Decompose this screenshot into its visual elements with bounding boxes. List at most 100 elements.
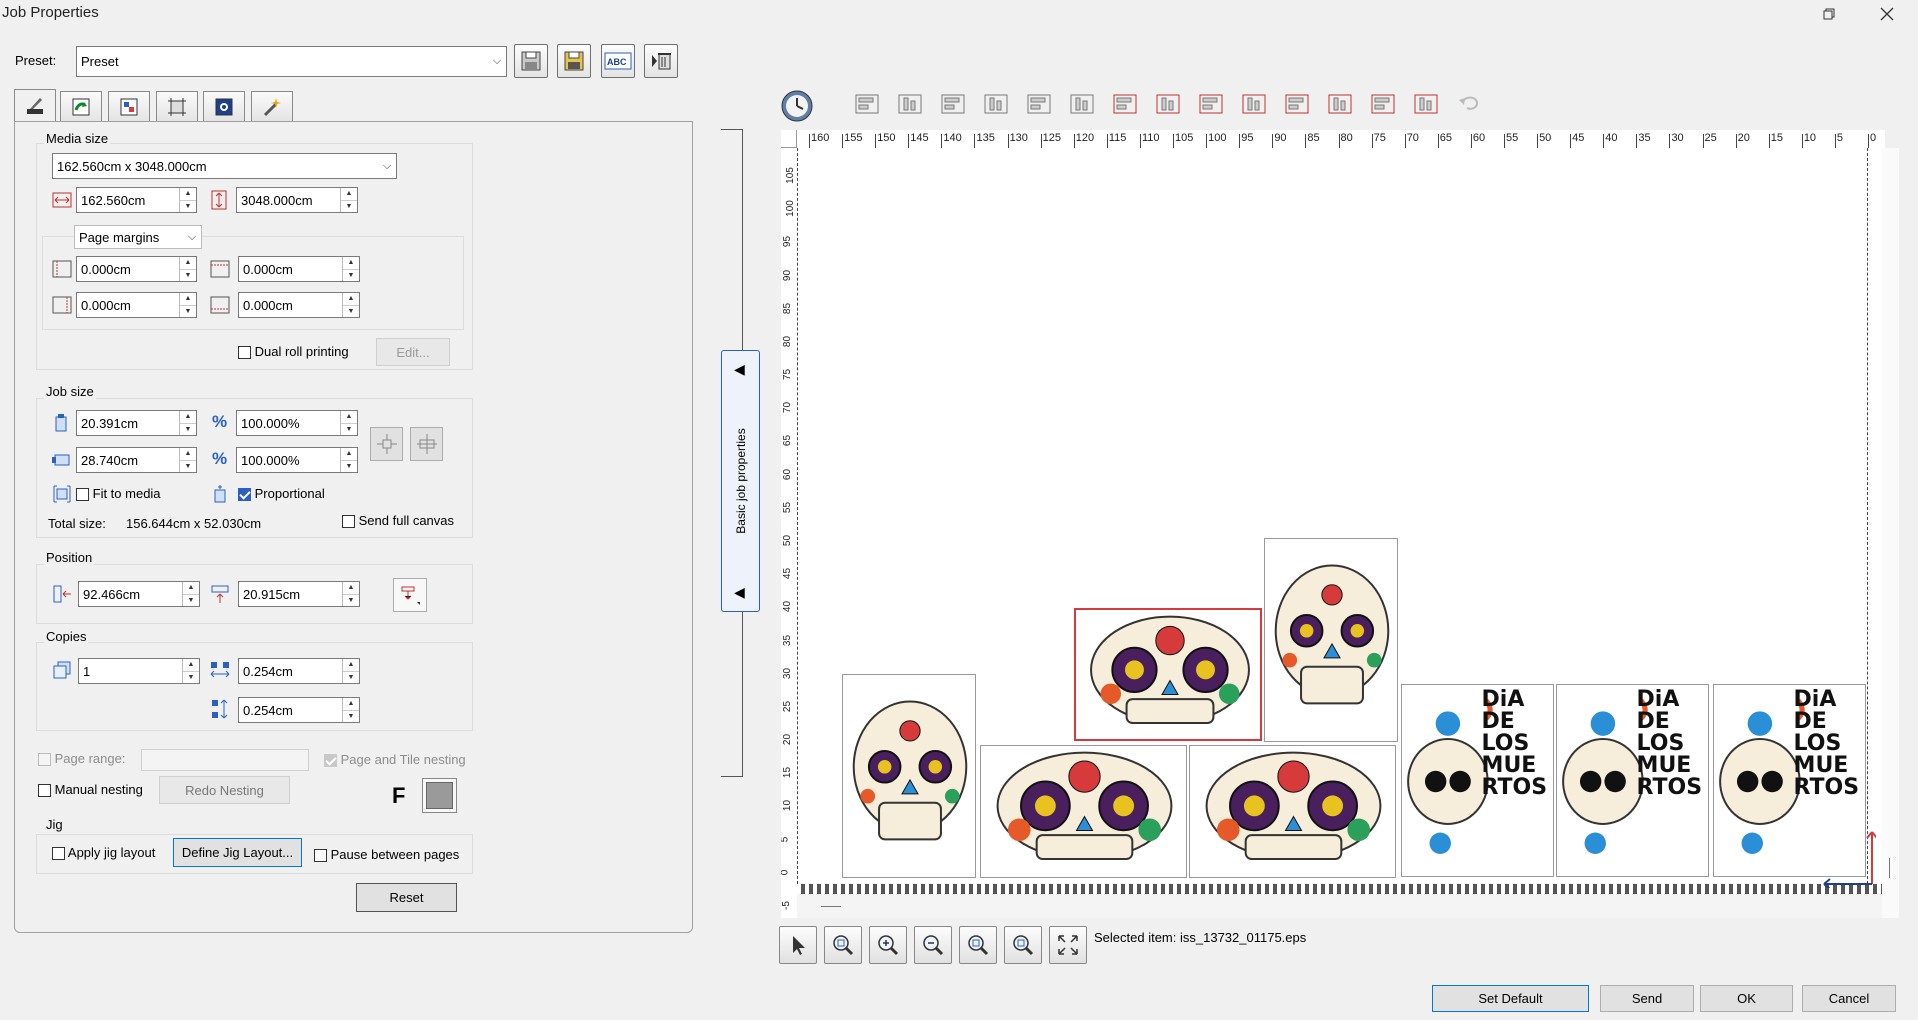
edit-dual-roll-button[interactable]: Edit... — [376, 338, 450, 366]
scrollbar-thumb[interactable] — [821, 906, 841, 907]
center-vertical-icon[interactable] — [1064, 86, 1100, 122]
zoom-page-icon[interactable] — [1004, 926, 1042, 964]
copies-count-stepper[interactable]: ▲ ▼ — [182, 659, 199, 683]
apply-jig-check[interactable] — [52, 847, 65, 861]
dual-roll-check[interactable] — [238, 346, 251, 360]
align-top-page-icon[interactable] — [1193, 86, 1229, 122]
align-bottom-icon[interactable] — [978, 86, 1014, 122]
canvas-item-dia-1[interactable]: DiA DE LOS MUERTOS — [1401, 684, 1554, 877]
ok-button[interactable]: OK — [1700, 985, 1793, 1012]
proportional-check[interactable] — [238, 488, 251, 502]
save-as-preset-button[interactable] — [557, 44, 591, 78]
position-x-stepper[interactable]: ▲ ▼ — [182, 582, 199, 606]
zoom-area-icon[interactable] — [824, 926, 862, 964]
color-swatch-button[interactable] — [422, 778, 457, 813]
canvas-item-dia-2[interactable]: DiA DE LOS MUERTOS — [1556, 684, 1709, 877]
page-range-input[interactable] — [141, 749, 309, 771]
margin-left-input[interactable]: 0.000cm ▲ ▼ — [76, 256, 197, 282]
dual-roll-checkbox[interactable]: Dual roll printing — [238, 344, 349, 360]
zoom-in-icon[interactable] — [869, 926, 907, 964]
collapse-arrow-icon[interactable]: ◀ — [734, 584, 745, 601]
job-width-pct-input[interactable]: 100.000% ▲ ▼ — [236, 410, 358, 436]
basic-job-properties-toggle[interactable]: ◀ Basic job properties ◀ — [721, 350, 760, 612]
tab-color[interactable] — [108, 91, 150, 121]
vertical-spacing-stepper[interactable]: ▲ ▼ — [342, 698, 359, 722]
align-left-page-icon[interactable] — [1107, 86, 1143, 122]
align-right-page-icon[interactable] — [1150, 86, 1186, 122]
define-jig-button[interactable]: Define Jig Layout... — [173, 838, 302, 867]
job-width-input[interactable]: 20.391cm ▲ ▼ — [76, 410, 197, 436]
vscroll-thumb[interactable] — [1889, 858, 1890, 878]
page-tile-nesting-check[interactable] — [324, 754, 337, 768]
set-default-button[interactable]: Set Default — [1432, 985, 1589, 1012]
manual-nesting-check[interactable] — [38, 784, 51, 798]
horizontal-spacing-stepper[interactable]: ▲ ▼ — [342, 659, 359, 683]
page-range-checkbox[interactable]: Page range: — [38, 751, 125, 767]
manual-nesting-checkbox[interactable]: Manual nesting — [38, 782, 143, 798]
canvas-item-skull-tall-1[interactable] — [842, 674, 976, 878]
zoom-selection-icon[interactable] — [959, 926, 997, 964]
margin-bottom-stepper[interactable]: ▲ ▼ — [342, 293, 359, 317]
media-height-stepper[interactable]: ▲ ▼ — [340, 188, 357, 212]
clock-icon[interactable] — [779, 88, 815, 124]
distribute-horizontal-icon[interactable] — [1322, 86, 1358, 122]
align-top-icon[interactable] — [935, 86, 971, 122]
margin-right-input[interactable]: 0.000cm ▲ ▼ — [76, 292, 197, 318]
margin-bottom-input[interactable]: 0.000cm ▲ ▼ — [238, 292, 360, 318]
rename-preset-button[interactable]: ABC — [601, 44, 635, 78]
canvas-item-dia-3[interactable]: DiA DE LOS MUERTOS — [1713, 684, 1866, 877]
job-height-stepper[interactable]: ▲ ▼ — [179, 448, 196, 472]
job-height-pct-input[interactable]: 100.000% ▲ ▼ — [236, 447, 358, 473]
job-width-stepper[interactable]: ▲ ▼ — [179, 411, 196, 435]
close-icon[interactable] — [1864, 0, 1910, 28]
media-width-stepper[interactable]: ▲ ▼ — [179, 188, 196, 212]
page-margins-select[interactable]: Page margins ⌵ — [74, 225, 202, 249]
vertical-scrollbar[interactable] — [1882, 148, 1899, 918]
canvas-item-skull-wide-1[interactable] — [980, 745, 1187, 878]
position-origin-button[interactable] — [393, 578, 427, 612]
job-height-pct-stepper[interactable]: ▲ ▼ — [340, 448, 357, 472]
canvas-item-skull-tall-2[interactable] — [1264, 538, 1398, 742]
save-preset-button[interactable] — [514, 44, 548, 78]
margin-top-input[interactable]: 0.000cm ▲ ▼ — [238, 256, 360, 282]
tab-wizard[interactable] — [251, 91, 293, 121]
select-arrow-icon[interactable] — [779, 926, 817, 964]
center-page-icon[interactable] — [1279, 86, 1315, 122]
undo-icon[interactable] — [1451, 86, 1487, 122]
canvas-item-skull-selected[interactable] — [1074, 608, 1262, 741]
position-y-stepper[interactable]: ▲ ▼ — [342, 582, 359, 606]
distribute-center-icon[interactable] — [1365, 86, 1401, 122]
distribute-vertical-icon[interactable] — [1408, 86, 1444, 122]
expand-to-fit-button[interactable] — [410, 427, 443, 461]
collapse-arrow-icon[interactable]: ◀ — [734, 361, 745, 378]
page-range-check[interactable] — [38, 753, 51, 767]
align-right-icon[interactable] — [892, 86, 928, 122]
tab-transform[interactable] — [60, 91, 102, 121]
shrink-to-fit-button[interactable] — [370, 427, 403, 461]
position-x-input[interactable]: 92.466cm ▲ ▼ — [78, 581, 200, 607]
pause-pages-checkbox[interactable]: Pause between pages — [314, 847, 459, 863]
margin-left-stepper[interactable]: ▲ ▼ — [179, 257, 196, 281]
position-y-input[interactable]: 20.915cm ▲ ▼ — [238, 581, 360, 607]
horizontal-scrollbar[interactable] — [797, 894, 1882, 918]
preset-select[interactable]: Preset ⌵ — [76, 46, 507, 77]
send-full-canvas-check[interactable] — [342, 515, 355, 529]
delete-preset-button[interactable] — [644, 44, 678, 78]
reset-button[interactable]: Reset — [356, 883, 457, 912]
align-bottom-page-icon[interactable] — [1236, 86, 1272, 122]
cancel-button[interactable]: Cancel — [1802, 985, 1896, 1012]
margin-top-stepper[interactable]: ▲ ▼ — [342, 257, 359, 281]
page-tile-nesting-checkbox[interactable]: Page and Tile nesting — [324, 752, 466, 768]
copies-count-input[interactable]: 1 ▲ ▼ — [78, 658, 200, 684]
apply-jig-checkbox[interactable]: Apply jig layout — [52, 845, 155, 861]
tab-effects[interactable] — [203, 91, 245, 121]
tab-crop[interactable] — [156, 91, 198, 121]
send-button[interactable]: Send — [1600, 985, 1694, 1012]
fit-to-media-checkbox[interactable]: Fit to media — [76, 486, 161, 502]
maximize-icon[interactable] — [1806, 0, 1852, 28]
media-size-select[interactable]: 162.560cm x 3048.000cm ⌵ — [52, 153, 397, 179]
redo-nesting-button[interactable]: Redo Nesting — [159, 776, 290, 804]
center-horizontal-icon[interactable] — [1021, 86, 1057, 122]
job-width-pct-stepper[interactable]: ▲ ▼ — [340, 411, 357, 435]
send-full-canvas-checkbox[interactable]: Send full canvas — [342, 513, 454, 529]
